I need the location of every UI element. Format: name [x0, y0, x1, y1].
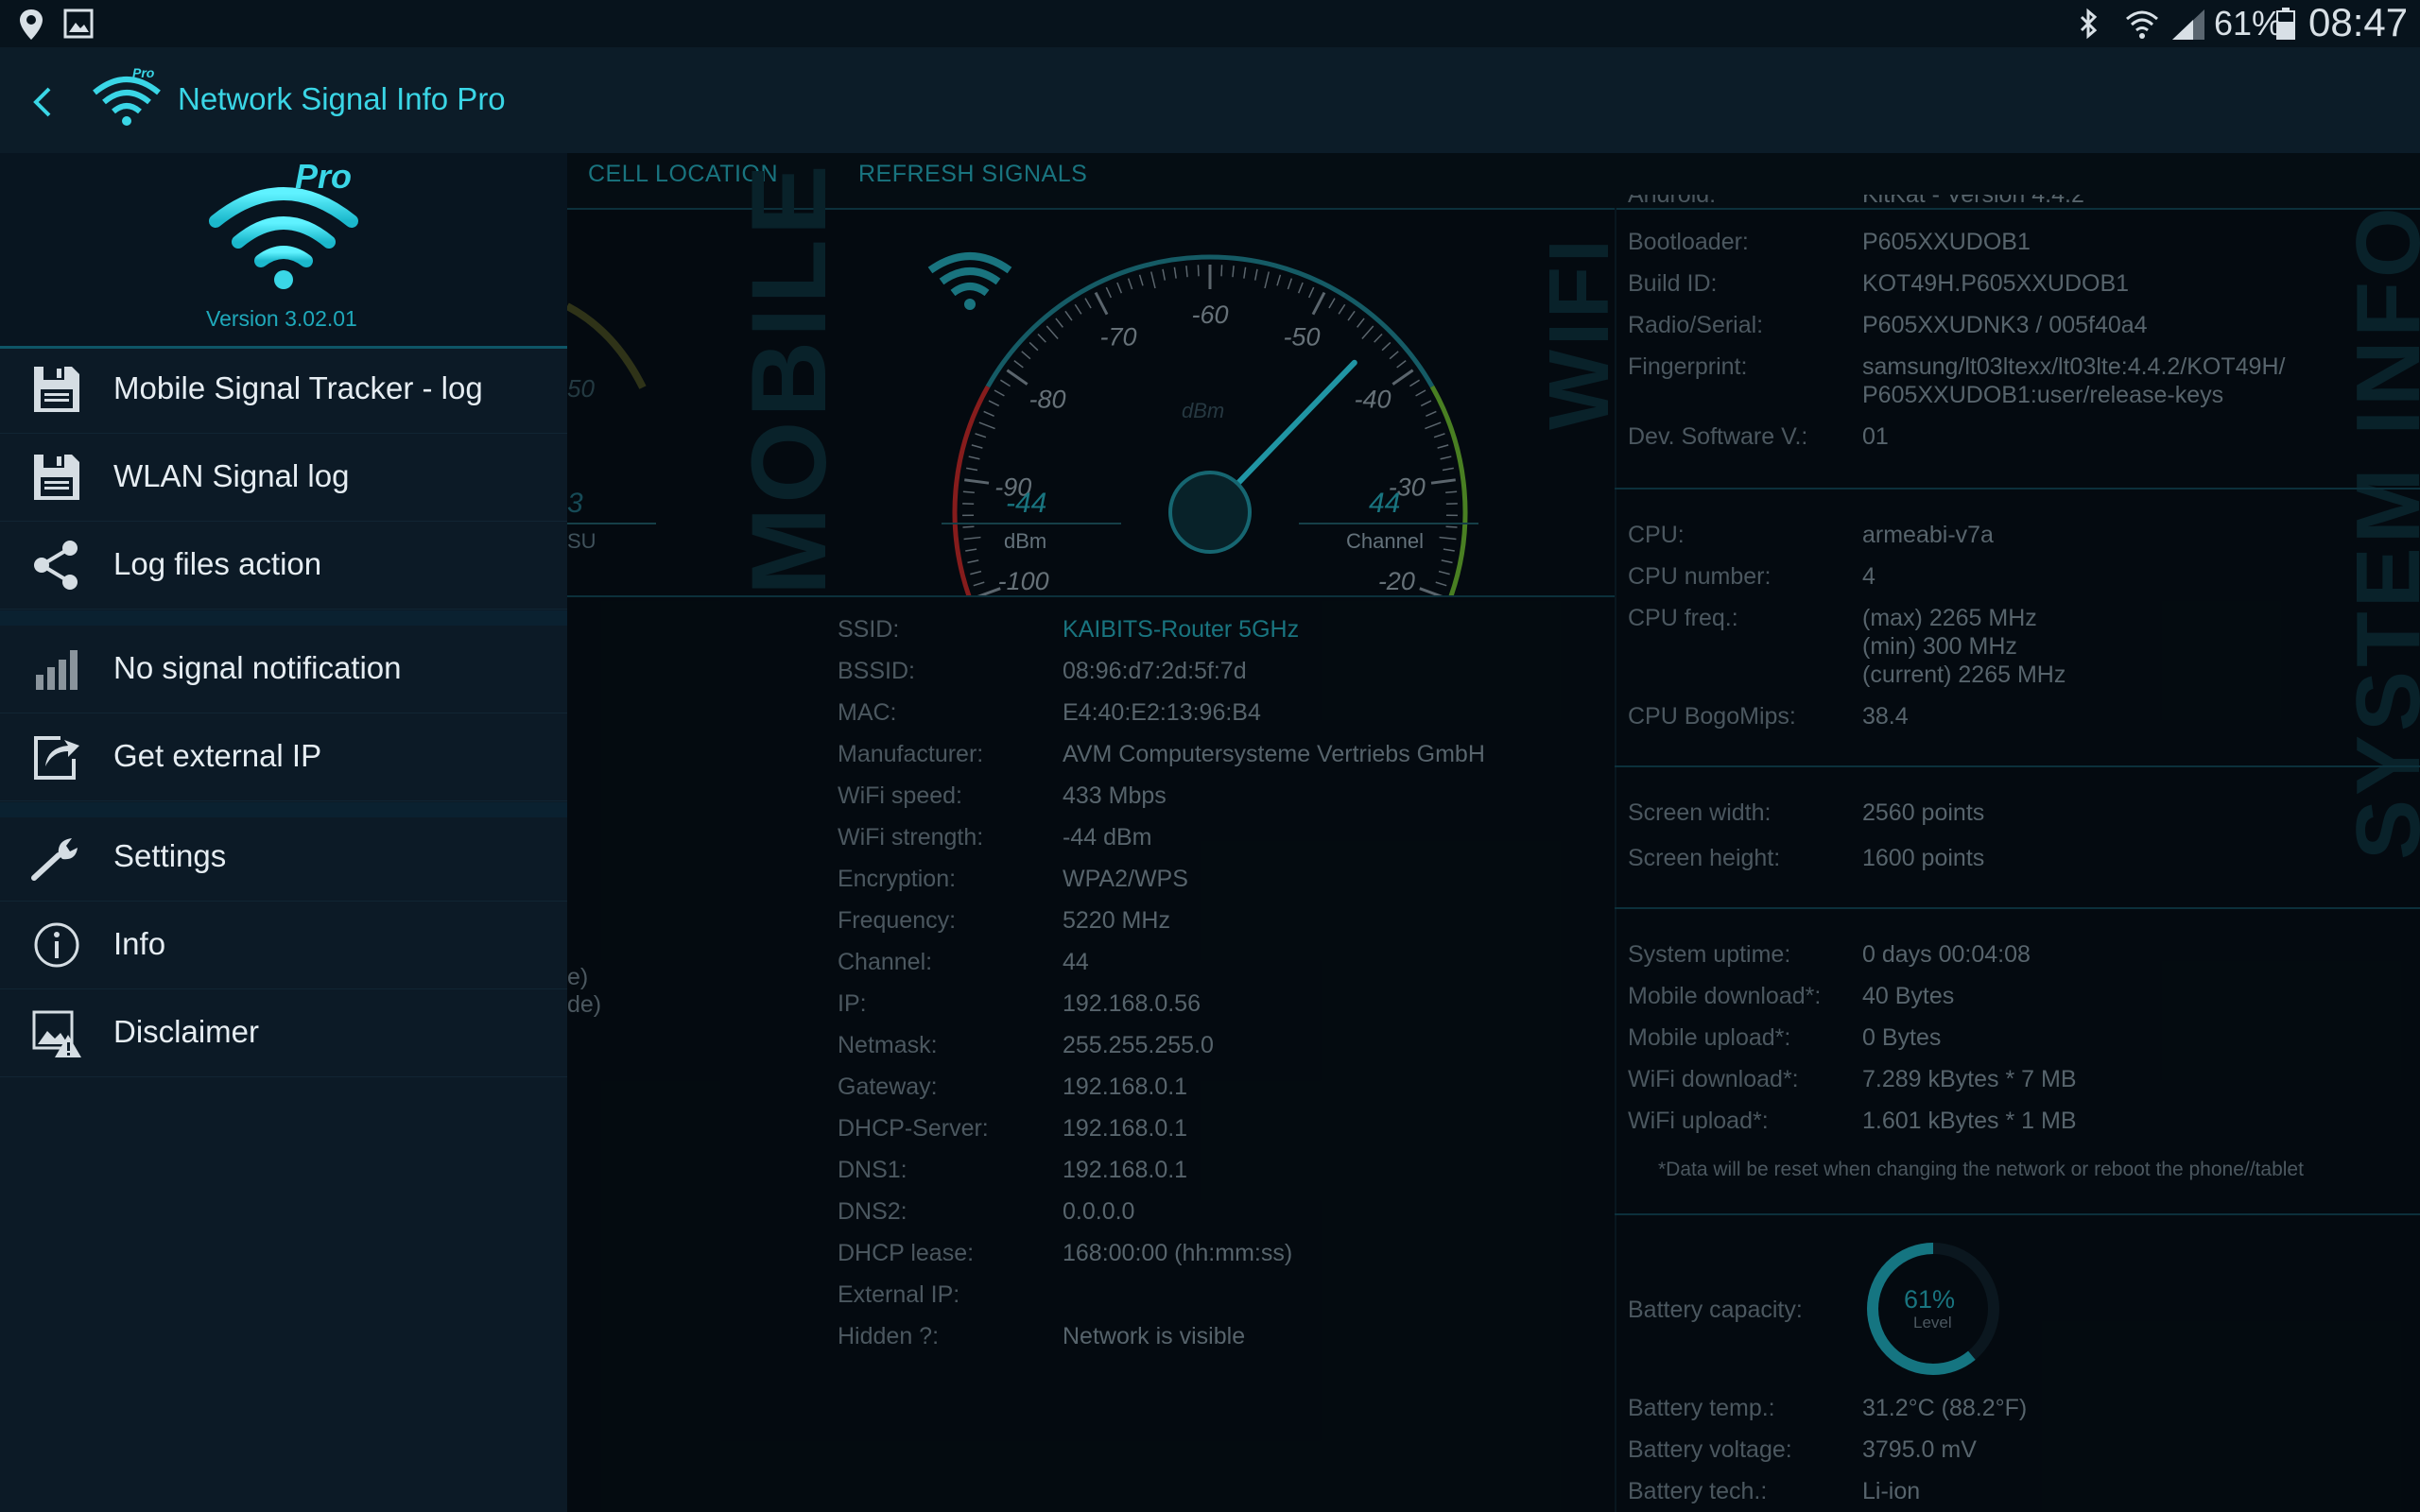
back-arrow-icon[interactable] [28, 83, 57, 121]
signal-bars-icon [36, 650, 78, 690]
status-bar: 61% 08:47 [0, 0, 2420, 47]
drawer-item-label: Mobile Signal Tracker - log [113, 370, 483, 405]
drawer-item-label: Info [113, 926, 166, 961]
cell-signal-icon [2172, 9, 2204, 40]
share-icon [34, 541, 78, 590]
svg-text:Pro: Pro [132, 65, 155, 80]
drawer-item-mobile-signal-log[interactable]: Mobile Signal Tracker - log [0, 346, 567, 434]
battery-icon [2276, 8, 2295, 40]
wrench-icon [31, 838, 78, 881]
scrim[interactable] [567, 153, 2420, 1512]
info-icon [34, 922, 79, 968]
app-version: Version 3.02.01 [206, 306, 357, 331]
location-icon [20, 9, 43, 40]
app-logo-icon: Pro [93, 65, 161, 126]
drawer-item-label: No signal notification [113, 650, 402, 685]
drawer-header: Pro Version 3.02.01 [0, 153, 567, 349]
wifi-status-icon [2126, 10, 2158, 39]
drawer-separator [0, 610, 567, 626]
drawer-item-label: WLAN Signal log [113, 458, 350, 493]
drawer-item-label: Get external IP [113, 738, 322, 773]
drawer-item-log-files-action[interactable]: Log files action [0, 522, 567, 610]
battery-percent: 61% [2214, 4, 2283, 43]
bluetooth-icon [2080, 8, 2098, 40]
save-icon [34, 455, 79, 500]
drawer-item-info[interactable]: Info [0, 902, 567, 989]
drawer-item-get-external-ip[interactable]: Get external IP [0, 713, 567, 801]
image-warning-icon [32, 1010, 81, 1057]
drawer-item-no-signal-notification[interactable]: No signal notification [0, 626, 567, 713]
drawer-logo-pro: Pro [295, 157, 353, 196]
gallery-icon [63, 9, 94, 39]
external-link-icon [34, 736, 79, 780]
drawer-item-label: Log files action [113, 546, 322, 581]
drawer-item-settings[interactable]: Settings [0, 814, 567, 902]
drawer-item-label: Settings [113, 838, 227, 873]
app-title: Network Signal Info Pro [178, 81, 506, 116]
drawer-item-disclaimer[interactable]: Disclaimer [0, 989, 567, 1077]
drawer-item-label: Disclaimer [113, 1014, 260, 1049]
drawer-item-wlan-signal-log[interactable]: WLAN Signal log [0, 434, 567, 522]
save-icon [34, 367, 79, 412]
clock: 08:47 [2308, 0, 2409, 44]
